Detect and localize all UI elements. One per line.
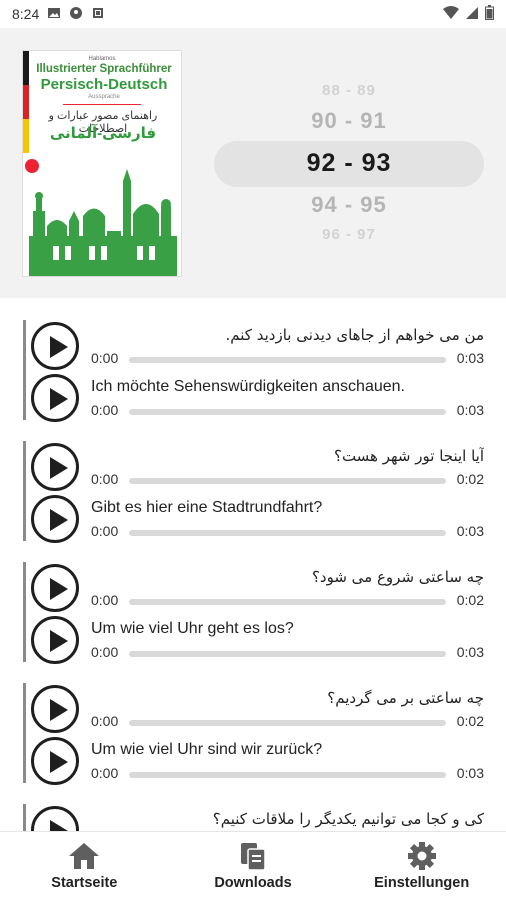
- audio-seekbar[interactable]: [129, 772, 446, 778]
- picker-item[interactable]: 94 - 95: [214, 192, 484, 218]
- play-icon[interactable]: [31, 806, 79, 831]
- nav-home[interactable]: Startseite: [0, 832, 169, 900]
- picker-item[interactable]: 90 - 91: [214, 108, 484, 134]
- farsi-audio-row: آیا اینجا تور شهر هست؟ 0:00 0:02: [31, 441, 486, 493]
- status-time: 8:24: [12, 6, 40, 22]
- audio-current-time: 0:00: [91, 523, 119, 539]
- phrase-card: آیا اینجا تور شهر هست؟ 0:00 0:02 Gibt es…: [23, 441, 489, 545]
- farsi-phrase-text: من می خواهم از جاهای دیدنی بازدید کنم.: [225, 326, 484, 344]
- audio-seekbar[interactable]: [129, 599, 446, 605]
- audio-seekbar[interactable]: [129, 651, 446, 657]
- audio-current-time: 0:00: [91, 402, 119, 418]
- phrase-card: کی و کجا می توانیم یکدیگر را ملاقات کنیم…: [23, 804, 489, 831]
- play-icon[interactable]: [31, 685, 79, 733]
- gear-icon: [407, 842, 436, 870]
- phrase-card: من می خواهم از جاهای دیدنی بازدید کنم. 0…: [23, 320, 489, 424]
- farsi-phrase-text: چه ساعتی بر می گردیم؟: [327, 689, 484, 707]
- farsi-phrase-text: آیا اینجا تور شهر هست؟: [333, 447, 484, 465]
- audio-current-time: 0:00: [91, 644, 119, 660]
- audio-duration: 0:03: [456, 765, 484, 781]
- german-phrase-text: Gibt es hier eine Stadtrundfahrt?: [91, 499, 323, 516]
- cover-publisher: Hablamos: [88, 56, 116, 62]
- home-icon: [69, 843, 100, 869]
- audio-duration: 0:02: [456, 471, 484, 487]
- audio-seekbar[interactable]: [129, 357, 446, 363]
- nav-settings-label: Einstellungen: [374, 875, 470, 891]
- audio-duration: 0:03: [456, 402, 484, 418]
- phrase-card: چه ساعتی بر می گردیم؟ 0:00 0:02 Um wie v…: [23, 683, 489, 787]
- cover-subtitle: Aussprache: [88, 94, 120, 100]
- picker-item[interactable]: 96 - 97: [214, 226, 484, 243]
- bottom-navigation: Startseite Downloads Einstellungen: [0, 831, 506, 900]
- cover-title: Illustrierter Sprachführer: [36, 63, 172, 75]
- play-icon[interactable]: [31, 322, 79, 370]
- status-bar: 8:24: [0, 0, 506, 28]
- city-skyline-illustration: [29, 169, 177, 276]
- german-phrase-text: Um wie viel Uhr sind wir zurück?: [91, 741, 323, 758]
- audio-duration: 0:02: [456, 713, 484, 729]
- german-phrase-text: Ich möchte Sehenswürdigkeiten anschauen.: [91, 378, 405, 395]
- play-icon[interactable]: [31, 495, 79, 543]
- german-audio-row: Um wie viel Uhr sind wir zurück? 0:00 0:…: [31, 735, 486, 787]
- german-phrase-text: Um wie viel Uhr geht es los?: [91, 620, 294, 637]
- picker-item[interactable]: 88 - 89: [214, 82, 484, 99]
- phrase-card: چه ساعتی شروع می شود؟ 0:00 0:02 Um wie v…: [23, 562, 489, 666]
- farsi-audio-row: چه ساعتی شروع می شود؟ 0:00 0:02: [31, 562, 486, 614]
- picker-item-selected[interactable]: 92 - 93: [214, 149, 484, 178]
- audio-current-time: 0:00: [91, 592, 119, 608]
- play-icon[interactable]: [31, 374, 79, 422]
- german-audio-row: Gibt es hier eine Stadtrundfahrt? 0:00 0…: [31, 493, 486, 545]
- german-flag-stripe: [23, 51, 29, 153]
- audio-seekbar[interactable]: [129, 720, 446, 726]
- play-icon[interactable]: [31, 564, 79, 612]
- audio-current-time: 0:00: [91, 713, 119, 729]
- header-panel: Hablamos Illustrierter Sprachführer Pers…: [0, 28, 506, 298]
- audio-duration: 0:03: [456, 350, 484, 366]
- play-icon[interactable]: [31, 616, 79, 664]
- nav-home-label: Startseite: [51, 875, 118, 891]
- cover-title-language: Persisch-Deutsch: [40, 76, 168, 93]
- german-audio-row: Um wie viel Uhr geht es los? 0:00 0:03: [31, 614, 486, 666]
- audio-seekbar[interactable]: [129, 478, 446, 484]
- play-icon[interactable]: [31, 443, 79, 491]
- signal-icon: [465, 6, 479, 23]
- android-icon: [91, 6, 105, 23]
- farsi-audio-row: من می خواهم از جاهای دیدنی بازدید کنم. 0…: [31, 320, 486, 372]
- wifi-icon: [443, 5, 459, 23]
- cover-title-farsi-language: فارسی-آلمانی: [49, 125, 157, 142]
- farsi-audio-row: چه ساعتی بر می گردیم؟ 0:00 0:02: [31, 683, 486, 735]
- audio-duration: 0:03: [456, 644, 484, 660]
- page-range-picker[interactable]: 88 - 89 90 - 91 92 - 93 94 - 95 96 - 97: [214, 68, 484, 258]
- battery-icon: [485, 5, 494, 23]
- audio-current-time: 0:00: [91, 765, 119, 781]
- nav-downloads-label: Downloads: [214, 875, 292, 891]
- nav-downloads[interactable]: Downloads: [169, 832, 338, 900]
- audio-duration: 0:03: [456, 523, 484, 539]
- farsi-audio-row: کی و کجا می توانیم یکدیگر را ملاقات کنیم…: [31, 804, 486, 831]
- nav-settings[interactable]: Einstellungen: [337, 832, 506, 900]
- audio-seekbar[interactable]: [129, 409, 446, 415]
- farsi-phrase-text: چه ساعتی شروع می شود؟: [311, 568, 484, 586]
- audio-duration: 0:02: [456, 592, 484, 608]
- book-cover-image: Hablamos Illustrierter Sprachführer Pers…: [22, 50, 182, 277]
- copy-files-icon: [241, 843, 266, 871]
- image-icon: [47, 6, 61, 23]
- phrase-list[interactable]: من می خواهم از جاهای دیدنی بازدید کنم. 0…: [0, 298, 506, 831]
- farsi-phrase-text: کی و کجا می توانیم یکدیگر را ملاقات کنیم…: [212, 810, 484, 828]
- german-audio-row: Ich möchte Sehenswürdigkeiten anschauen.…: [31, 372, 486, 424]
- play-icon[interactable]: [31, 737, 79, 785]
- audio-current-time: 0:00: [91, 471, 119, 487]
- audio-seekbar[interactable]: [129, 530, 446, 536]
- vpn-key-icon: [69, 6, 83, 23]
- audio-current-time: 0:00: [91, 350, 119, 366]
